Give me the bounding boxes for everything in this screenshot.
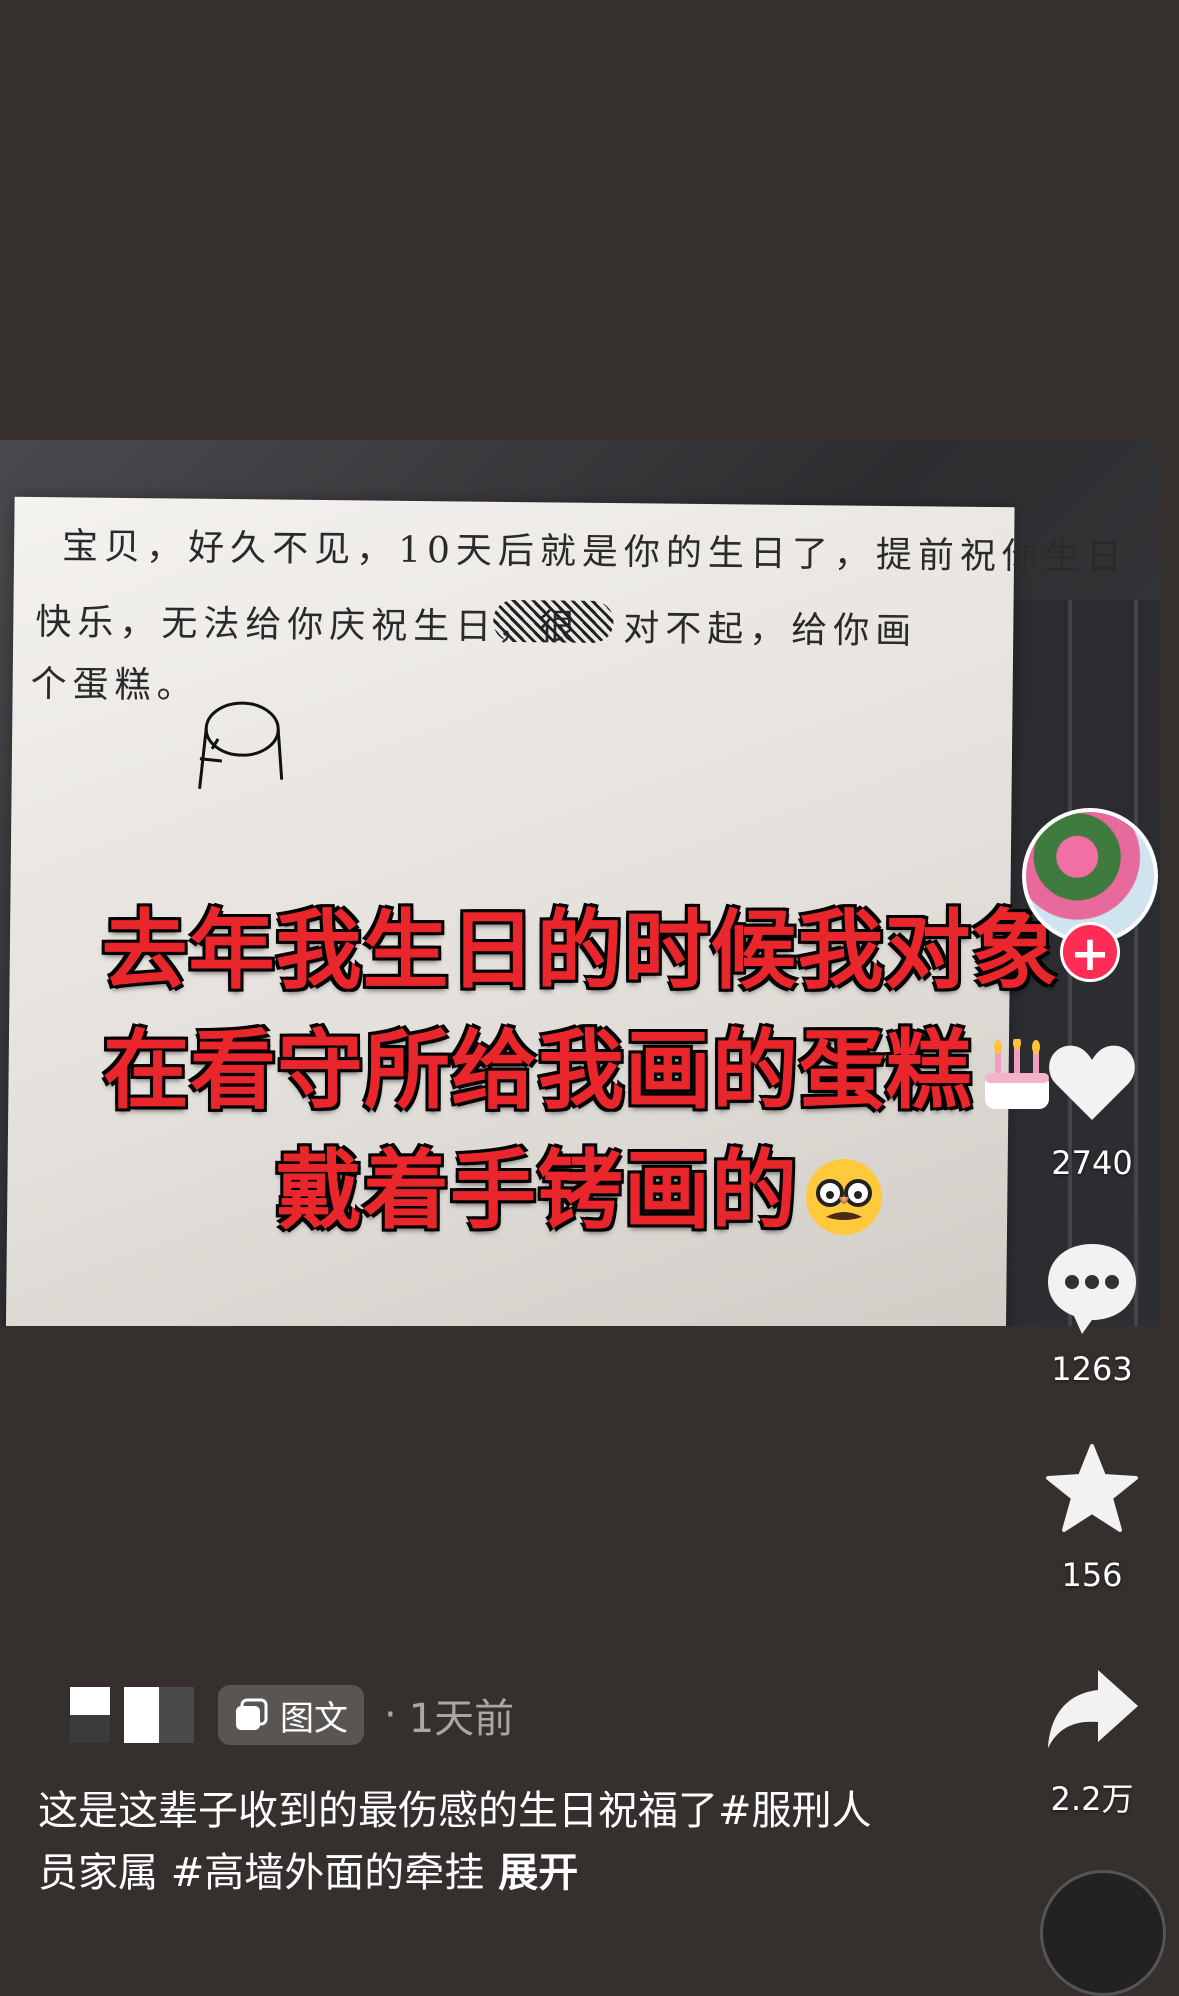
post-meta-row: 图文 · 1天前 xyxy=(70,1680,514,1750)
author-name-pixelated[interactable] xyxy=(70,1687,194,1743)
star-icon xyxy=(1046,1444,1138,1532)
comment-button[interactable] xyxy=(1042,1236,1142,1336)
note-line-3: 对不起，给你画 xyxy=(623,608,918,653)
meta-separator: · xyxy=(384,1692,397,1738)
gallery-icon xyxy=(236,1698,268,1730)
post-caption: 这是这辈子收到的最伤感的生日祝福了#服刑人员家属 #高墙外面的牵挂 展开 xyxy=(38,1780,908,1904)
follow-button[interactable]: + xyxy=(1060,922,1120,982)
expand-button[interactable]: 展开 xyxy=(498,1850,578,1896)
heart-icon xyxy=(1049,1045,1135,1120)
favorite-count: 156 xyxy=(1061,1556,1123,1594)
post-time: 1天前 xyxy=(408,1696,515,1742)
overlay-line-1: 去年我生日的时候我对象 xyxy=(101,901,1059,1001)
note-line-1: 宝贝，好久不见，10天后就是你的生日了，提前祝你生日 xyxy=(61,526,1129,579)
image-text-tag-label: 图文 xyxy=(280,1698,348,1739)
share-arrow-icon xyxy=(1048,1670,1138,1748)
like-count: 2740 xyxy=(1051,1144,1133,1182)
like-button[interactable] xyxy=(1042,1032,1142,1132)
caption-text: 这是这辈子收到的最伤感的生日祝福了#服刑人员家属 #高墙外面的牵挂 xyxy=(38,1788,872,1896)
comment-bubble-icon xyxy=(1048,1244,1136,1334)
overlay-line-2-wrap: 在看守所给我画的蛋糕 xyxy=(0,1000,1160,1125)
next-avatar-partial xyxy=(1040,1870,1166,1996)
cake-drawing xyxy=(198,701,284,789)
post-photo[interactable]: 宝贝，好久不见，10天后就是你的生日了，提前祝你生日 快乐，无法给你庆祝生日，很… xyxy=(0,440,1160,1326)
scribble-mark xyxy=(493,599,614,644)
note-line-4: 个蛋糕。 xyxy=(30,663,199,707)
overlay-line-3: 戴着手铐画的 xyxy=(276,1141,798,1241)
image-text-tag[interactable]: 图文 xyxy=(218,1685,364,1745)
disguised-face-icon xyxy=(804,1157,884,1237)
overlay-line-3-wrap: 戴着手铐画的 xyxy=(0,1120,1160,1245)
overlay-line-2: 在看守所给我画的蛋糕 xyxy=(103,1021,973,1121)
share-button[interactable] xyxy=(1042,1660,1142,1760)
comment-count: 1263 xyxy=(1051,1350,1133,1388)
favorite-button[interactable] xyxy=(1042,1440,1142,1540)
share-count: 2.2万 xyxy=(1050,1780,1134,1818)
